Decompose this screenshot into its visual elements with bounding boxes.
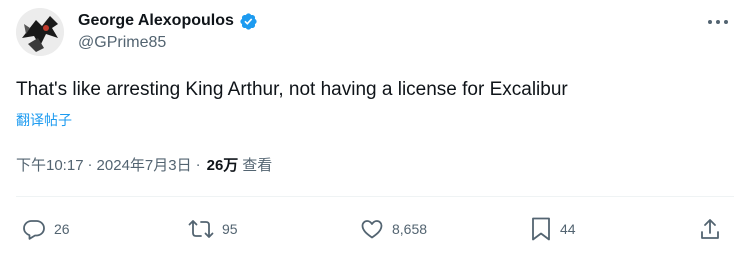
divider <box>16 196 734 197</box>
share-button[interactable] <box>698 214 722 244</box>
views-count: 26万 <box>206 157 239 174</box>
meta-separator: · <box>87 156 93 173</box>
avatar[interactable] <box>16 8 64 56</box>
reply-button[interactable]: 26 <box>22 214 70 244</box>
reply-count: 26 <box>54 221 70 237</box>
display-name[interactable]: George Alexopoulos <box>78 12 234 30</box>
translate-post-link[interactable]: 翻译帖子 <box>16 110 72 130</box>
share-icon <box>701 219 719 239</box>
tweet-card: George Alexopoulos @GPrime85 That's like… <box>0 0 750 260</box>
bookmark-icon <box>532 217 550 241</box>
author-name-row: George Alexopoulos <box>78 10 258 32</box>
reply-icon <box>23 220 45 240</box>
tweet-time[interactable]: 下午10:17 <box>16 154 84 175</box>
tweet-date[interactable]: 2024年7月3日 <box>97 154 192 175</box>
views-label: 查看 <box>242 157 273 174</box>
bookmark-button[interactable]: 44 <box>530 214 576 244</box>
author-handle[interactable]: @GPrime85 <box>78 34 166 52</box>
retweet-count: 95 <box>222 221 238 237</box>
meta-separator-2: · <box>195 156 201 173</box>
more-icon <box>708 20 728 24</box>
action-bar: 26 95 8,658 44 <box>0 214 750 244</box>
retweet-icon <box>188 220 214 238</box>
tweet-text: That's like arresting King Arthur, not h… <box>16 79 568 100</box>
more-button[interactable] <box>704 10 732 34</box>
tweet-meta: 下午10:17 · 2024年7月3日 · 26万 查看 <box>16 154 272 175</box>
verified-badge-icon <box>239 12 258 31</box>
like-icon <box>361 220 383 239</box>
like-count: 8,658 <box>392 221 428 237</box>
retweet-button[interactable]: 95 <box>188 214 238 244</box>
bookmark-count: 44 <box>560 221 576 237</box>
like-button[interactable]: 8,658 <box>360 214 427 244</box>
